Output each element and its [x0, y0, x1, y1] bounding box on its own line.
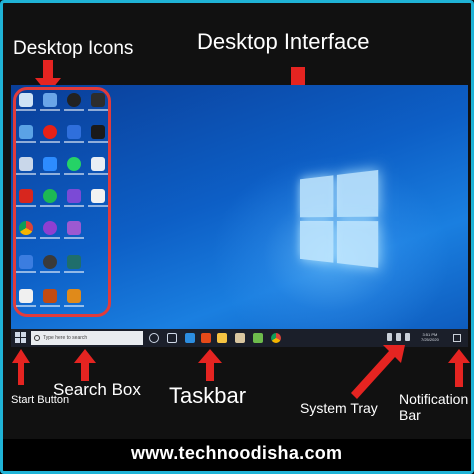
cortana-icon[interactable] — [149, 333, 159, 343]
chrome-taskbar-icon[interactable] — [271, 333, 281, 343]
file-explorer-icon[interactable] — [217, 333, 227, 343]
app-icon[interactable] — [64, 125, 84, 143]
app-icon[interactable] — [235, 333, 245, 343]
acrobat-icon[interactable] — [16, 189, 36, 207]
system-tray-label: System Tray — [300, 400, 378, 416]
whatsapp-icon[interactable] — [64, 157, 84, 175]
app-icon[interactable] — [88, 125, 108, 143]
app-icon[interactable] — [64, 189, 84, 207]
app-icon[interactable] — [16, 125, 36, 143]
app-icon[interactable] — [40, 93, 60, 111]
youtube-icon[interactable] — [40, 125, 60, 143]
clock[interactable]: 3:51 PM 7/25/2020 — [421, 332, 439, 342]
desktop-icons-label: Desktop Icons — [13, 38, 134, 59]
search-box[interactable]: Type here to search — [31, 331, 143, 345]
taskbar-label: Taskbar — [169, 383, 247, 408]
volume-icon[interactable] — [405, 333, 410, 341]
start-button-arrow — [12, 349, 30, 385]
network-icon[interactable] — [396, 333, 401, 341]
podcast-icon[interactable] — [40, 221, 60, 239]
system-tray[interactable] — [387, 333, 410, 341]
search-box-arrow — [74, 349, 96, 381]
edge-icon[interactable] — [185, 333, 195, 343]
windows-logo-icon — [300, 169, 380, 271]
app-icon[interactable] — [16, 255, 36, 273]
app-icon[interactable] — [16, 157, 36, 175]
app-icon[interactable] — [40, 255, 60, 273]
system-tray-arrow — [351, 345, 405, 399]
search-icon — [34, 335, 40, 341]
app-icon[interactable] — [40, 289, 60, 307]
search-placeholder: Type here to search — [43, 335, 88, 341]
spotify-icon[interactable] — [40, 189, 60, 207]
desktop-interface-label: Desktop Interface — [197, 29, 370, 54]
chrome-icon[interactable] — [16, 221, 36, 239]
app-icon[interactable] — [201, 333, 211, 343]
telegram-icon[interactable] — [88, 157, 108, 175]
app-icon[interactable] — [16, 289, 36, 307]
screenshot-frame: Desktop Icons Desktop Interface Type her… — [0, 0, 474, 474]
website-url: www.technoodisha.com — [131, 443, 343, 463]
notification-bar-arrow — [448, 349, 470, 387]
recycle-bin-icon[interactable] — [16, 93, 36, 111]
clock-date: 7/25/2020 — [421, 337, 439, 342]
obs-icon[interactable] — [64, 93, 84, 111]
zoom-icon[interactable] — [40, 157, 60, 175]
notification-icon[interactable] — [453, 334, 461, 342]
start-button[interactable] — [15, 332, 27, 344]
app-icon[interactable] — [64, 221, 84, 239]
search-box-label: Search Box — [53, 380, 141, 399]
app-icon[interactable] — [253, 333, 263, 343]
desktop-background: Type here to search 3:51 PM 7/25/2020 — [11, 85, 468, 347]
task-view-icon[interactable] — [167, 333, 177, 343]
app-icon[interactable] — [64, 255, 84, 273]
file-icon[interactable] — [88, 189, 108, 207]
notification-bar-label: Notification Bar — [399, 391, 469, 423]
chevron-up-icon[interactable] — [387, 333, 392, 341]
app-icon[interactable] — [88, 93, 108, 111]
taskbar-arrow — [198, 349, 222, 381]
app-icon[interactable] — [64, 289, 84, 307]
